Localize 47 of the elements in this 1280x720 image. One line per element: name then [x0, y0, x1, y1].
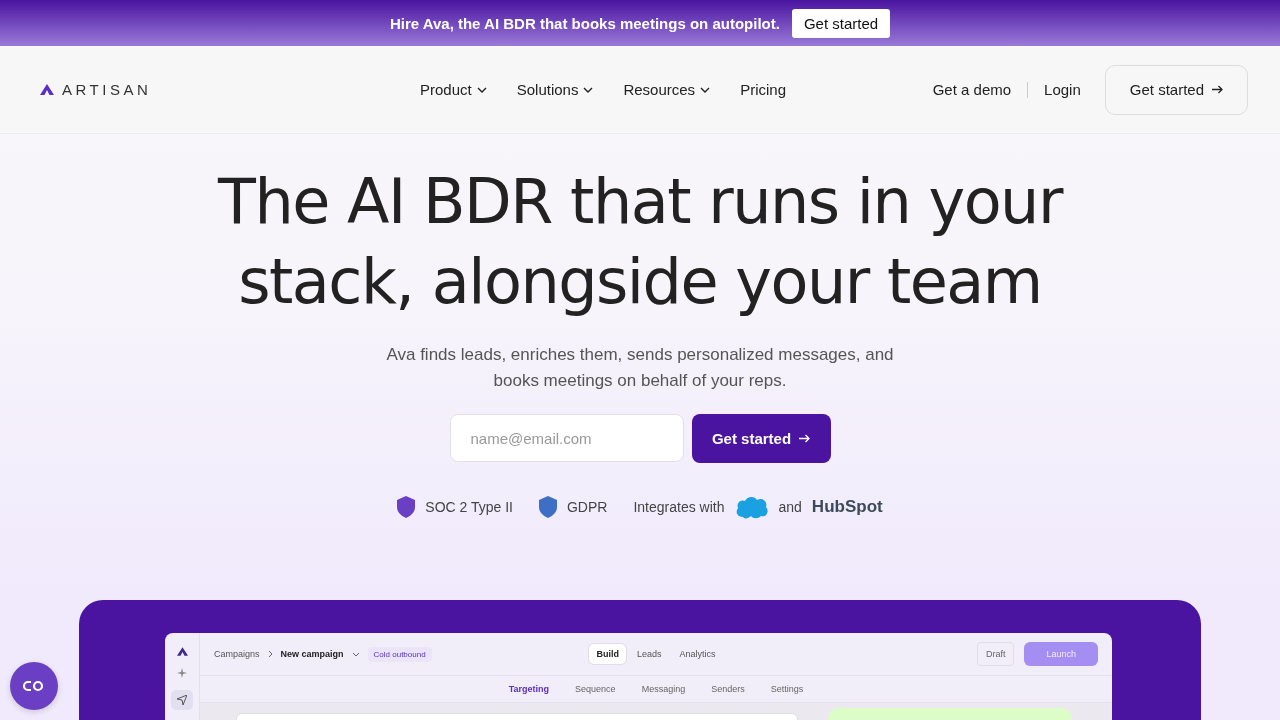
campaign-tag: Cold outbound — [367, 646, 432, 662]
brand-name: ARTISAN — [62, 81, 152, 98]
view-tab[interactable]: Analytics — [672, 644, 723, 664]
banner-get-started-button[interactable]: Get started — [791, 8, 891, 38]
step-tab[interactable]: Targeting — [504, 682, 554, 696]
hubspot-wordmark: HubSpot — [811, 497, 883, 517]
step-tab[interactable]: Sequence — [571, 682, 620, 696]
hero-title-line: stack, alongside your team — [238, 244, 1042, 320]
chevron-down-icon — [583, 86, 594, 93]
chat-icon — [22, 679, 46, 693]
nav-link[interactable]: Pricing — [740, 81, 786, 98]
breadcrumb-link[interactable]: Campaigns — [214, 649, 260, 659]
send-icon — [177, 695, 187, 705]
nav-link[interactable]: Product — [420, 81, 487, 98]
cloud-icon — [734, 495, 769, 519]
email-field[interactable]: name@email.com — [449, 414, 684, 462]
campaign-name[interactable]: New campaign — [280, 649, 344, 659]
get-a-demo-link[interactable]: Get a demo — [932, 81, 1012, 98]
chevron-right-icon — [267, 650, 273, 658]
banner-text: Hire Ava, the AI BDR that books meetings on autopilot. — [389, 14, 780, 32]
get-started-button[interactable]: Get started — [691, 414, 831, 463]
nav-link[interactable]: Resources — [623, 81, 711, 98]
chevron-down-icon — [700, 86, 711, 93]
send-nav-button[interactable] — [171, 690, 193, 710]
step-tab[interactable]: Messaging — [637, 682, 690, 696]
badge-label: GDPR — [567, 499, 608, 515]
get-started-button[interactable]: Get started — [1104, 64, 1248, 115]
arrow-right-icon — [1212, 85, 1223, 94]
chevron-down-icon — [351, 651, 360, 657]
view-tab[interactable]: Build — [589, 644, 626, 664]
logo-icon — [40, 84, 54, 95]
hero-subtitle: Ava finds leads, enriches them, sends personalized messages, and books meetings on behalf of your reps. — [385, 344, 895, 392]
step-tab[interactable]: Senders — [707, 682, 749, 696]
nav-link[interactable]: Solutions — [516, 81, 594, 98]
logo-icon — [176, 647, 188, 656]
step-tab[interactable]: Settings — [766, 682, 808, 696]
sparkle-icon — [177, 668, 187, 678]
chevron-down-icon — [476, 86, 487, 93]
badge-label: SOC 2 Type II — [425, 499, 513, 515]
arrow-right-icon — [799, 434, 811, 443]
hero-title-line: The AI BDR that runs in your — [218, 164, 1062, 240]
integrates-text: Integrates with — [633, 499, 725, 515]
and-text: and — [778, 499, 802, 515]
login-link[interactable]: Login — [1044, 81, 1081, 98]
draft-button[interactable]: Draft — [976, 642, 1015, 666]
view-tab[interactable]: Leads — [629, 644, 669, 664]
chat-button[interactable] — [10, 662, 58, 710]
